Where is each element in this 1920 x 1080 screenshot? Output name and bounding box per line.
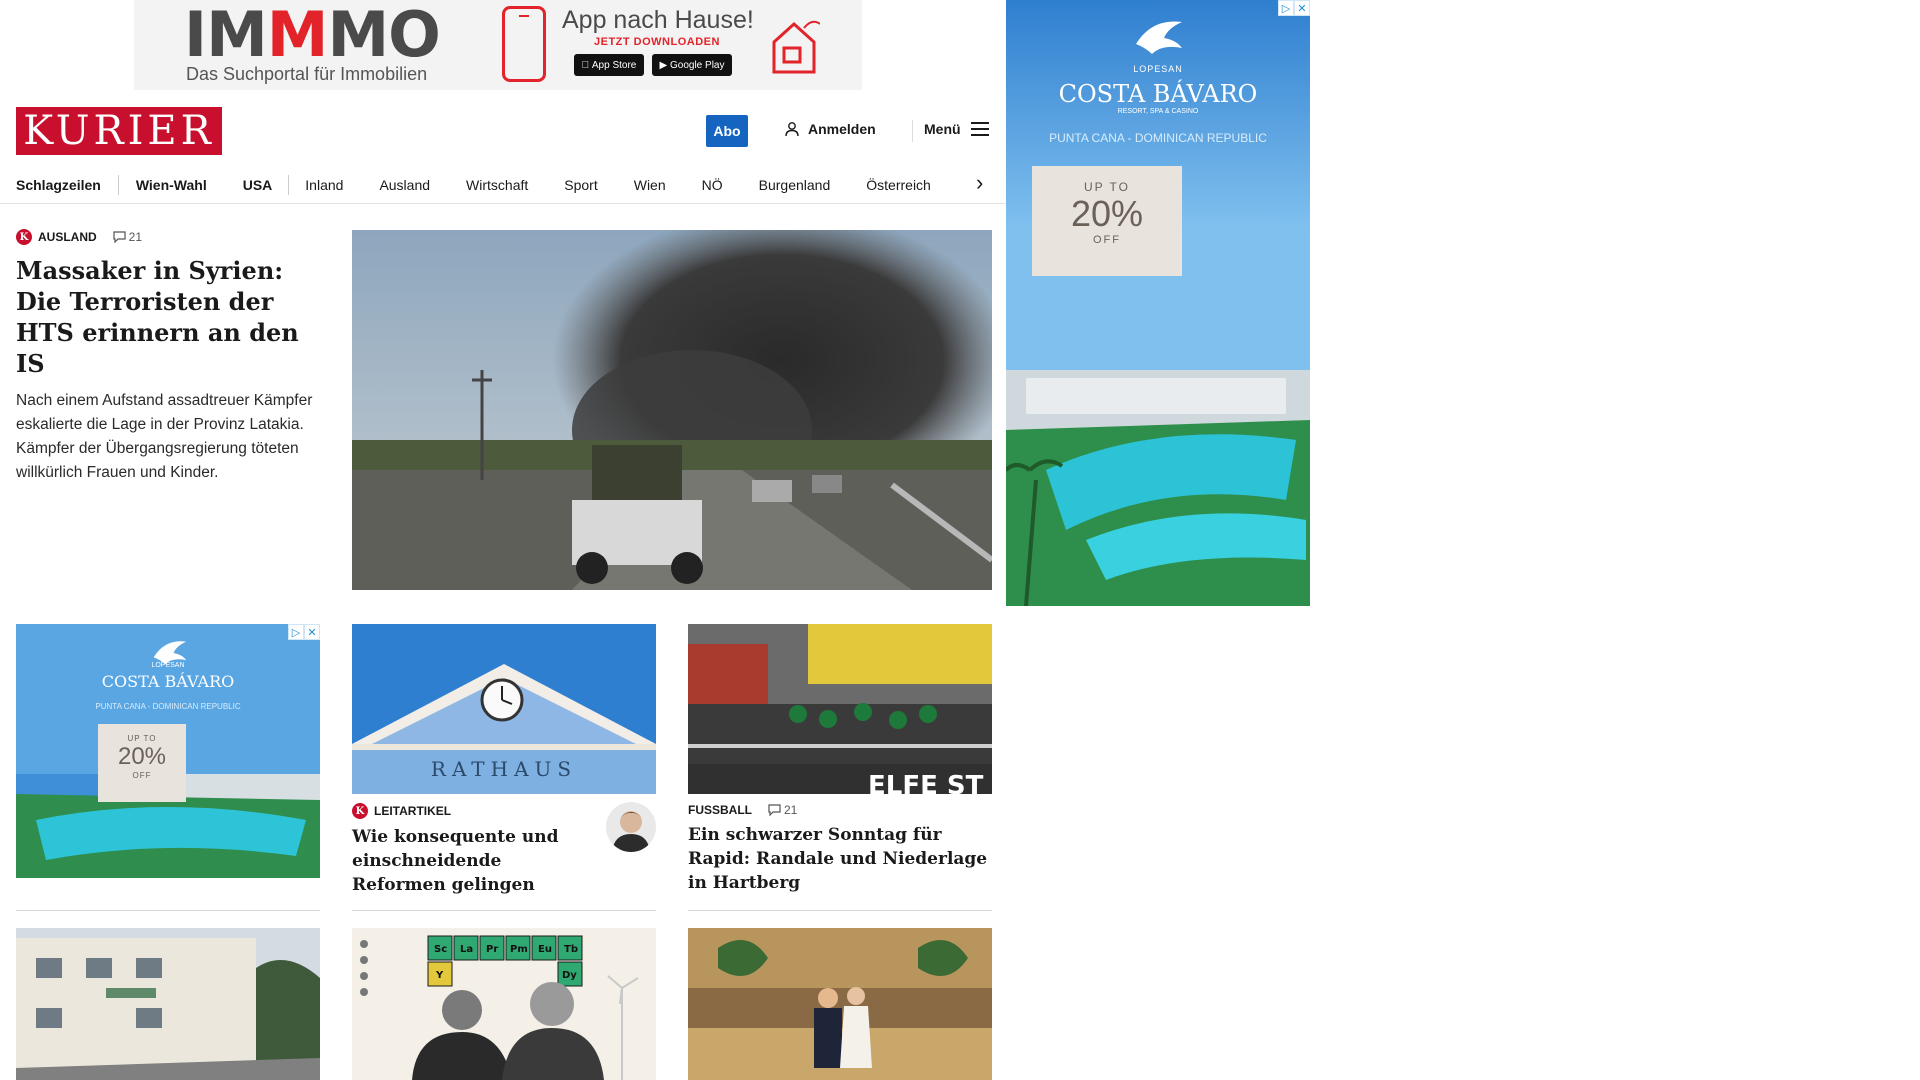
abo-button[interactable]: Abo — [706, 115, 748, 147]
ad-location: PUNTA CANA - DOMINICAN REPUBLIC — [1049, 131, 1267, 145]
svg-text:La: La — [460, 944, 473, 955]
ad-brand-sub: RESORT, SPA & CASINO — [1117, 108, 1199, 115]
lead-image[interactable] — [352, 230, 992, 590]
user-icon — [785, 122, 799, 137]
kurier-plus-badge: K — [352, 803, 368, 819]
ad-brand-small: LOPESAN — [151, 662, 185, 669]
house-icon — [772, 20, 820, 74]
card-divider — [688, 910, 992, 911]
section-label[interactable]: Fussball — [688, 803, 752, 817]
nav-item-sport[interactable]: Sport — [564, 177, 597, 193]
inline-hotel-ad[interactable]: LOPESAN COSTA BÁVARO PUNTA CANA - DOMINI… — [16, 624, 320, 878]
adchoices[interactable]: ▷ ✕ — [1278, 0, 1310, 16]
bird-logo-icon — [1136, 21, 1182, 54]
app-store-button[interactable]:  App Store — [574, 54, 644, 76]
login-label: Anmelden — [808, 121, 876, 137]
card-image-politics[interactable]: Sc La Pr Pm Eu Tb Y Dy — [352, 928, 656, 1080]
card-image-fussball[interactable]: ELFE ST — [688, 624, 992, 794]
banner-text: ELFE ST — [868, 771, 984, 794]
login-button[interactable]: Anmelden — [784, 121, 876, 137]
nav-item-inland[interactable]: Inland — [305, 177, 343, 193]
hamburger-icon — [970, 122, 989, 136]
card-fussball[interactable]: Fussball 21 Ein schwarzer Sonntag für Ra… — [688, 803, 992, 895]
ad-headline: App nach Hause! — [562, 6, 754, 34]
rathaus-sign: RATHAUS — [431, 757, 577, 781]
svg-text:Sc: Sc — [434, 944, 447, 955]
comment-icon — [768, 804, 781, 816]
lead-headline[interactable]: Massaker in Syrien: Die Terroristen der … — [16, 255, 322, 379]
rathaus-photo: RATHAUS — [352, 624, 656, 794]
ad-brand-small: LOPESAN — [1133, 64, 1183, 74]
chevron-right-icon[interactable]: › — [976, 170, 983, 196]
section-label[interactable]: Leitartikel — [374, 804, 451, 818]
card-image-couple[interactable] — [688, 928, 992, 1080]
immmo-logo: IMMMO — [184, 0, 441, 71]
ad-brand: COSTA BÁVARO — [1058, 80, 1258, 108]
nav-item-schlagzeilen[interactable]: Schlagzeilen — [16, 177, 101, 193]
kurier-logo[interactable]: KURIER — [16, 107, 222, 155]
nav-divider — [288, 175, 290, 195]
kurier-plus-badge: K — [16, 229, 32, 245]
svg-text:Pr: Pr — [486, 944, 498, 955]
nav-item-usa[interactable]: USA — [243, 177, 273, 193]
adchoices-icon[interactable]: ▷ — [1278, 0, 1294, 16]
comment-icon — [113, 231, 126, 243]
ad-tagline: Das Suchportal für Immobilien — [186, 64, 428, 84]
discount-box[interactable]: UP TO 20% OFF — [98, 724, 186, 802]
building-photo — [16, 928, 320, 1080]
apple-icon:  — [582, 60, 590, 71]
adchoices-icon[interactable]: ▷ — [288, 624, 304, 640]
lead-article[interactable]: K Ausland 21 Massaker in Syrien: Die Ter… — [16, 229, 322, 485]
ad-location: PUNTA CANA - DOMINICAN REPUBLIC — [95, 702, 241, 711]
discount-box[interactable]: UP TO 20% OFF — [1032, 166, 1182, 276]
menu-label: Menü — [924, 121, 961, 137]
play-icon: ▶ — [659, 59, 668, 71]
nav-item-wien[interactable]: Wien — [634, 177, 666, 193]
sidebar-hotel-ad[interactable]: LOPESAN COSTA BÁVARO RESORT, SPA & CASIN… — [1006, 0, 1310, 606]
ad-brand: COSTA BÁVARO — [101, 672, 235, 691]
phone-icon — [502, 6, 546, 82]
card-image-rathaus[interactable]: RATHAUS — [352, 624, 656, 794]
card-headline[interactable]: Ein schwarzer Sonntag für Rapid: Randale… — [688, 823, 992, 895]
section-nav: Schlagzeilen Wien-Wahl USA Inland Auslan… — [16, 166, 992, 204]
nav-divider — [117, 175, 119, 195]
lead-teaser: Nach einem Aufstand assadtreuer Kämpfer … — [16, 392, 313, 481]
comment-count[interactable]: 21 — [113, 230, 142, 244]
svg-text:Pm: Pm — [510, 944, 528, 955]
card-divider — [16, 910, 320, 911]
nav-underline — [0, 203, 1006, 204]
nav-item-ausland[interactable]: Ausland — [379, 177, 430, 193]
ad-cta: JETZT DOWNLOADEN — [594, 36, 720, 48]
top-banner-ad[interactable]: IMMMO Das Suchportal für Immobilien App … — [134, 0, 862, 90]
ad-close-icon[interactable]: ✕ — [1294, 0, 1310, 16]
article-meta: K Ausland 21 — [16, 229, 322, 245]
svg-text:Y: Y — [435, 970, 444, 981]
smoke-convoy-photo — [352, 230, 992, 590]
politicians-photo: Sc La Pr Pm Eu Tb Y Dy — [352, 928, 656, 1080]
nav-item-noe[interactable]: NÖ — [702, 177, 723, 193]
header-divider — [912, 120, 913, 142]
nav-item-wirtschaft[interactable]: Wirtschaft — [466, 177, 528, 193]
svg-text:Dy: Dy — [562, 970, 577, 981]
ad-close-icon[interactable]: ✕ — [304, 624, 320, 640]
stadium-riot-photo: ELFE ST — [688, 624, 992, 794]
menu-button[interactable]: Menü — [924, 121, 989, 137]
couple-photo — [688, 928, 992, 1080]
svg-text:Tb: Tb — [564, 944, 578, 955]
google-play-button[interactable]: ▶ Google Play — [652, 54, 732, 76]
article-meta: Fussball 21 — [688, 803, 992, 817]
nav-item-burgenland[interactable]: Burgenland — [759, 177, 831, 193]
card-headline[interactable]: Wie konsequente und einschneidende Refor… — [352, 825, 592, 897]
section-label[interactable]: Ausland — [38, 230, 97, 244]
nav-item-oesterreich[interactable]: Österreich — [866, 177, 931, 193]
card-divider — [352, 910, 656, 911]
card-image-building[interactable] — [16, 928, 320, 1080]
adchoices[interactable]: ▷ ✕ — [288, 624, 320, 640]
svg-text:Eu: Eu — [538, 944, 552, 955]
author-avatar — [606, 802, 656, 852]
comment-count[interactable]: 21 — [768, 803, 797, 817]
nav-item-wien-wahl[interactable]: Wien-Wahl — [136, 177, 207, 193]
